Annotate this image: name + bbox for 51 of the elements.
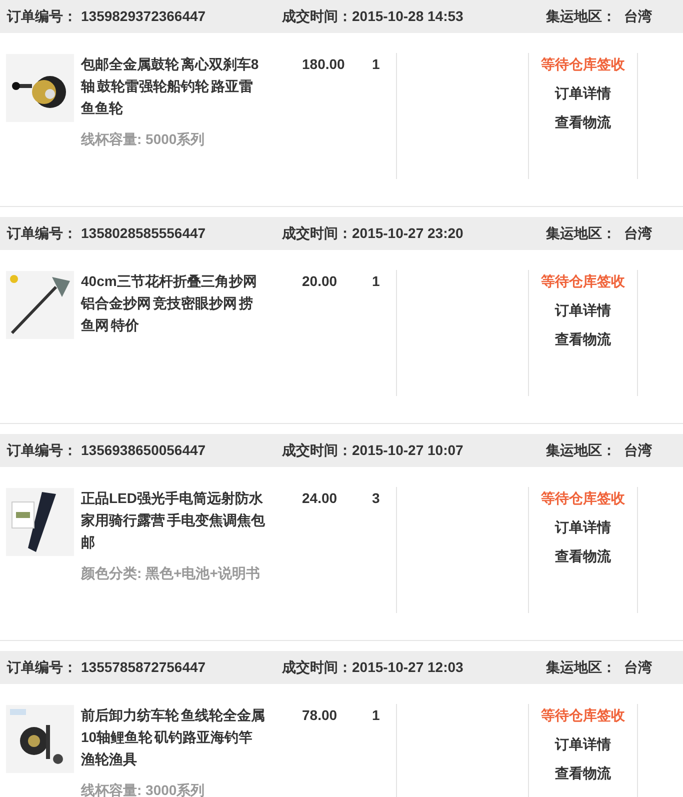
order-number: 1358028585556447 [81, 224, 206, 243]
quantity: 3 [372, 489, 381, 508]
price: 78.00 [301, 706, 338, 725]
product-option: 线杯容量: 3000系列 [81, 780, 266, 797]
order-status: 等待仓库签收 [541, 706, 625, 725]
product-title[interactable]: 前后卸力纺车轮 鱼线轮全金属10轴鲤鱼轮 矶钓路亚海钓竿渔轮渔具 [81, 704, 266, 770]
order-link[interactable]: 查看物流 [555, 328, 611, 350]
order-time: 2015-10-28 14:53 [352, 7, 464, 26]
region-label: 集运地区： [546, 441, 616, 460]
order-number-label: 订单编号： [7, 658, 77, 677]
order-link[interactable]: 订单详情 [555, 82, 611, 104]
order-number: 1359829372366447 [81, 7, 206, 26]
quantity: 1 [372, 55, 381, 74]
order-number: 1356938650056447 [81, 441, 206, 460]
order-link[interactable]: 查看物流 [555, 762, 611, 784]
order-time-label: 成交时间： [282, 658, 352, 677]
order-status: 等待仓库签收 [541, 489, 625, 508]
order-link[interactable]: 订单详情 [555, 733, 611, 755]
region-value: 台湾 [624, 7, 652, 26]
order-time: 2015-10-27 10:07 [352, 441, 464, 460]
order-time-label: 成交时间： [282, 441, 352, 460]
quantity: 1 [372, 706, 381, 725]
quantity: 1 [372, 272, 381, 291]
region-value: 台湾 [624, 224, 652, 243]
price: 20.00 [301, 272, 338, 291]
price: 180.00 [301, 55, 346, 74]
order-number-label: 订单编号： [7, 7, 77, 26]
order-time: 2015-10-27 12:03 [352, 658, 464, 677]
region-label: 集运地区： [546, 7, 616, 26]
order-number: 1355785872756447 [81, 658, 206, 677]
region-value: 台湾 [624, 658, 652, 677]
product-title[interactable]: 40cm三节花杆折叠三角抄网铝合金抄网 竞技密眼抄网 捞鱼网 特价 [81, 270, 266, 336]
product-title[interactable]: 正品LED强光手电筒远射防水家用骑行露营 手电变焦调焦包邮 [81, 487, 266, 553]
region-label: 集运地区： [546, 658, 616, 677]
order-status: 等待仓库签收 [541, 272, 625, 291]
price: 24.00 [301, 489, 338, 508]
region-value: 台湾 [624, 441, 652, 460]
order-number-label: 订单编号： [7, 441, 77, 460]
order-time: 2015-10-27 23:20 [352, 224, 464, 243]
order-link[interactable]: 查看物流 [555, 545, 611, 567]
order-link[interactable]: 订单详情 [555, 299, 611, 321]
order-link[interactable]: 订单详情 [555, 516, 611, 538]
order-time-label: 成交时间： [282, 7, 352, 26]
product-option: 线杯容量: 5000系列 [81, 129, 266, 150]
order-number-label: 订单编号： [7, 224, 77, 243]
order-status: 等待仓库签收 [541, 55, 625, 74]
region-label: 集运地区： [546, 224, 616, 243]
product-option: 颜色分类: 黑色+电池+说明书 [81, 563, 266, 584]
order-time-label: 成交时间： [282, 224, 352, 243]
order-link[interactable]: 查看物流 [555, 111, 611, 133]
product-title[interactable]: 包邮全金属鼓轮 离心双刹车8轴 鼓轮雷强轮船钓轮 路亚雷鱼鱼轮 [81, 53, 266, 119]
